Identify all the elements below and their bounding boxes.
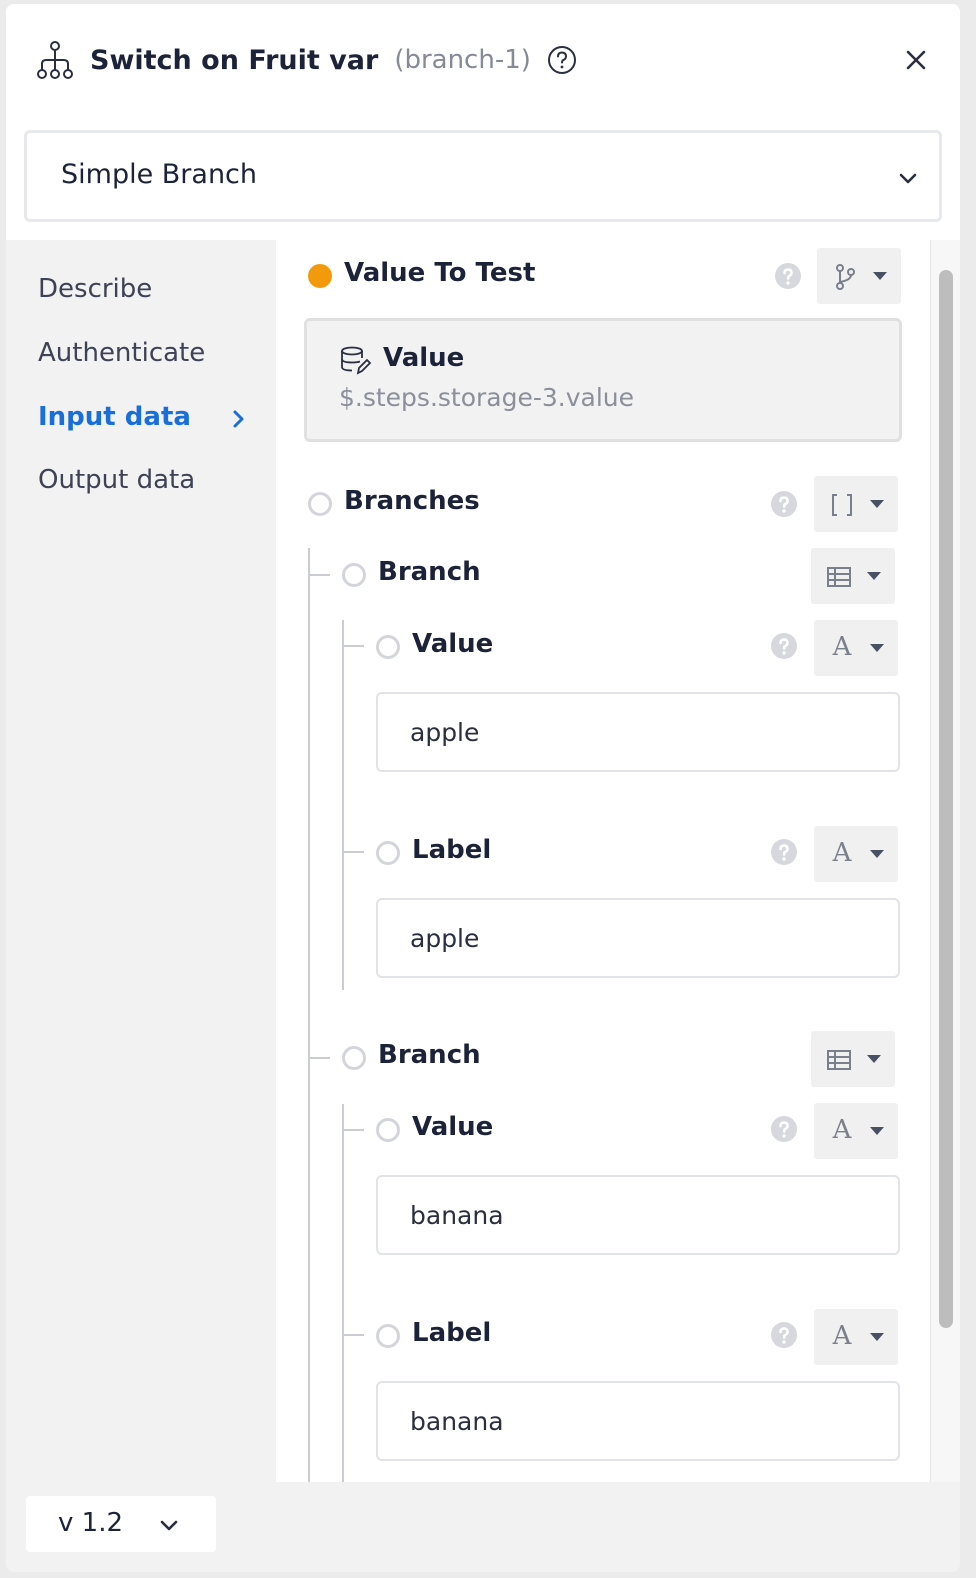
text-type-icon: A [832, 838, 852, 868]
text-type-icon: A [832, 632, 852, 662]
question-icon[interactable] [770, 1321, 798, 1349]
caret-down-icon [867, 1055, 881, 1063]
sidebar-item-describe[interactable]: Describe [38, 274, 152, 304]
chevron-down-icon [160, 1520, 178, 1531]
optional-indicator [376, 841, 400, 865]
version-value: v 1.2 [58, 1508, 123, 1538]
input-type-selector[interactable]: A [814, 1103, 898, 1159]
close-icon[interactable] [904, 48, 928, 72]
optional-indicator [342, 1046, 366, 1070]
required-indicator [308, 264, 332, 288]
tree-line [344, 645, 364, 647]
caret-down-icon [870, 1333, 884, 1341]
input-type-selector[interactable] [814, 476, 898, 532]
branch-label-label: Label [412, 835, 492, 865]
branch-label-label: Label [412, 1318, 492, 1348]
optional-indicator [342, 563, 366, 587]
reference-value-card[interactable]: Value $.steps.storage-3.value [304, 318, 902, 442]
tree-line [344, 1334, 364, 1336]
branches-label: Branches [344, 486, 480, 516]
input-type-selector[interactable] [811, 1031, 895, 1087]
sidebar-item-label: Input data [38, 402, 191, 432]
text-type-icon: A [832, 1115, 852, 1145]
question-icon[interactable] [770, 838, 798, 866]
question-icon[interactable] [770, 1115, 798, 1143]
caret-down-icon [870, 1127, 884, 1135]
sidebar-item-label: Authenticate [38, 338, 206, 368]
branch-value-input[interactable] [376, 692, 900, 772]
input-type-selector[interactable]: A [814, 620, 898, 676]
text-type-icon: A [832, 1321, 852, 1351]
caret-down-icon [873, 272, 887, 280]
step-title: Switch on Fruit var [90, 44, 379, 76]
branch-value-label: Value [412, 1112, 494, 1142]
reference-branch-icon [836, 264, 855, 290]
input-type-selector[interactable]: A [814, 826, 898, 882]
branch-label-input[interactable] [376, 1381, 900, 1461]
tree-line [310, 574, 330, 576]
scrollbar-thumb[interactable] [939, 270, 953, 1328]
title-row: Switch on Fruit var (branch-1) [36, 38, 577, 82]
scrollbar-track[interactable] [930, 240, 960, 1482]
caret-down-icon [870, 500, 884, 508]
reference-value-title: Value [383, 343, 465, 373]
version-selector[interactable]: v 1.2 [26, 1496, 216, 1552]
table-icon [827, 567, 851, 587]
branch-label: Branch [378, 1040, 481, 1070]
sidebar-item-authenticate[interactable]: Authenticate [38, 338, 205, 368]
input-type-selector[interactable] [811, 548, 895, 604]
tree-line [342, 620, 344, 990]
caret-down-icon [870, 644, 884, 652]
tree-line [342, 1104, 344, 1482]
chevron-down-icon [899, 173, 917, 184]
optional-indicator [308, 492, 332, 516]
caret-down-icon [867, 572, 881, 580]
sidebar-item-output-data[interactable]: Output data [38, 465, 195, 495]
step-config-panel: Switch on Fruit var (branch-1) Simple Br… [6, 4, 960, 1572]
branch-value-input[interactable] [376, 1175, 900, 1255]
input-type-selector[interactable]: A [814, 1309, 898, 1365]
input-type-selector[interactable] [817, 248, 901, 304]
question-icon[interactable] [770, 490, 798, 518]
tree-line [308, 548, 310, 1482]
sidebar-item-label: Output data [38, 465, 196, 495]
caret-down-icon [870, 850, 884, 858]
optional-indicator [376, 1118, 400, 1142]
step-id: (branch-1) [394, 45, 531, 75]
help-circle-icon[interactable] [547, 45, 577, 75]
action-select[interactable]: Simple Branch [24, 130, 942, 222]
value-to-test-label: Value To Test [344, 258, 536, 288]
branch-label: Branch [378, 557, 481, 587]
reference-value-path: $.steps.storage-3.value [339, 383, 635, 412]
tree-line [310, 1057, 330, 1059]
tree-line [344, 1129, 364, 1131]
tree-line [344, 851, 364, 853]
sidebar-item-label: Describe [38, 274, 153, 304]
branch-value-label: Value [412, 629, 494, 659]
branch-tree-icon [37, 41, 73, 79]
chevron-right-icon [233, 410, 244, 428]
optional-indicator [376, 1324, 400, 1348]
panel-header: Switch on Fruit var (branch-1) Simple Br… [6, 4, 960, 240]
optional-indicator [376, 635, 400, 659]
array-brackets-icon [832, 494, 852, 516]
input-data-form: Value To Test Value $.steps.storage-3.va… [276, 240, 930, 1482]
question-icon[interactable] [774, 262, 802, 290]
database-edit-icon [341, 346, 371, 375]
table-icon [827, 1050, 851, 1070]
question-icon[interactable] [770, 632, 798, 660]
branch-label-input[interactable] [376, 898, 900, 978]
action-select-value: Simple Branch [61, 159, 258, 190]
sidebar-item-input-data[interactable]: Input data [38, 402, 244, 432]
